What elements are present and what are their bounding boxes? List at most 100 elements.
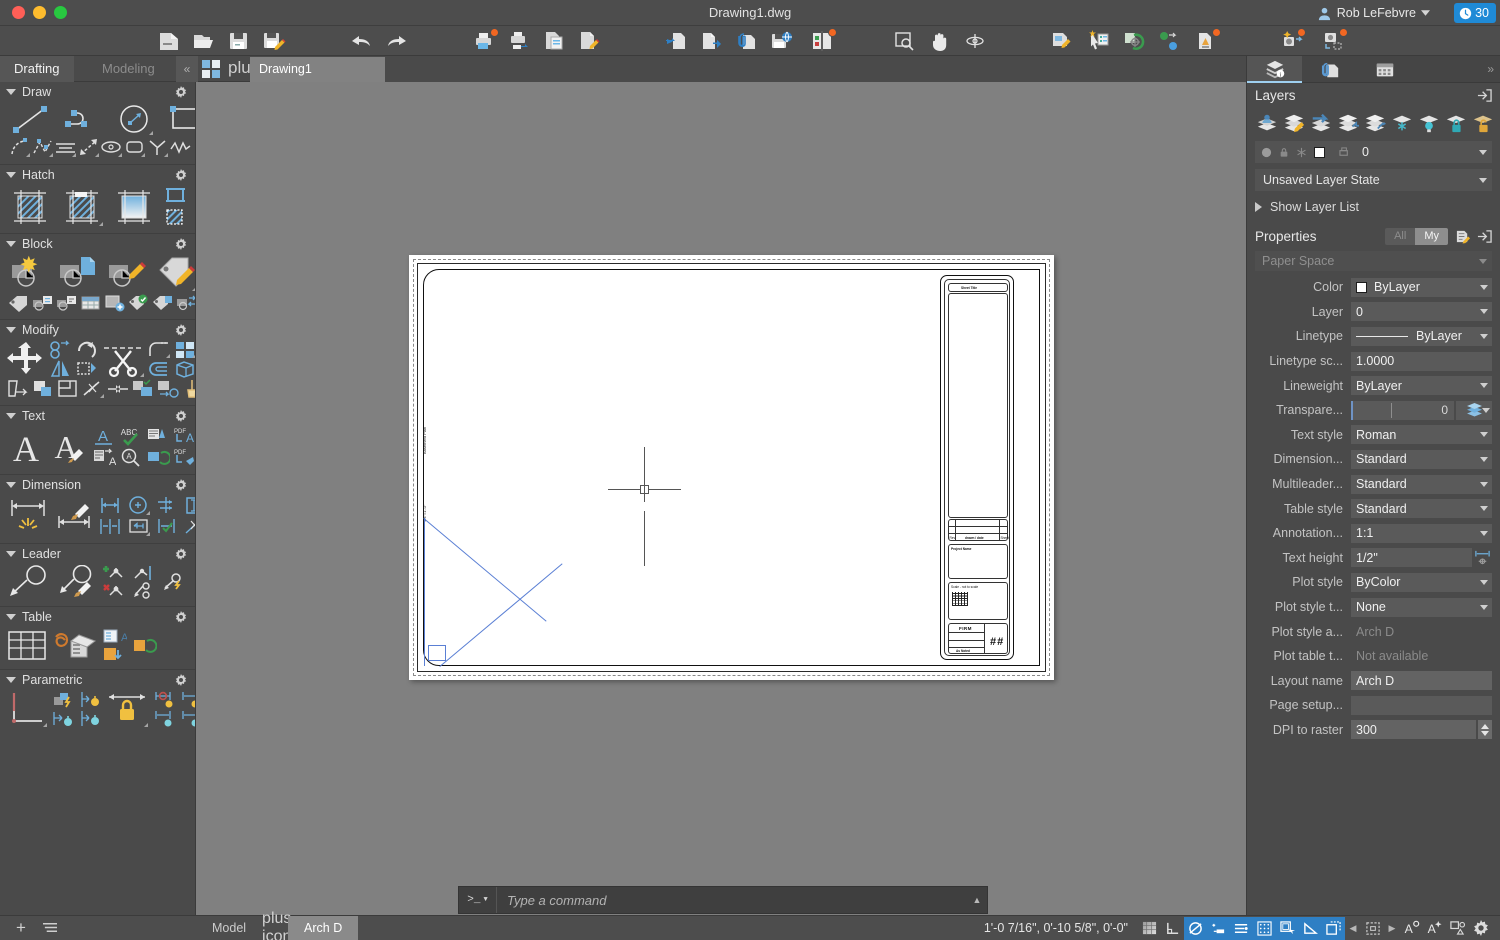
text-update-tool[interactable] bbox=[146, 447, 170, 468]
layers-back-icon[interactable] bbox=[1309, 112, 1333, 134]
grid-snap-toggle[interactable] bbox=[1253, 916, 1276, 940]
leader-add-tool[interactable] bbox=[102, 564, 127, 582]
plot-toggle-icon[interactable] bbox=[1339, 146, 1351, 158]
offset-tool[interactable] bbox=[31, 378, 55, 399]
property-value-annotation-scale[interactable]: 1:1 bbox=[1351, 523, 1492, 543]
scale-tool[interactable] bbox=[75, 359, 99, 378]
property-value-plot-style[interactable]: ByColor bbox=[1351, 572, 1492, 592]
attribute-tool[interactable] bbox=[7, 292, 30, 313]
multileader-style-tool[interactable] bbox=[54, 565, 98, 599]
new-layout-button[interactable]: plus-icon bbox=[262, 910, 297, 940]
user-account-menu[interactable]: Rob LeFebvre bbox=[1311, 3, 1436, 23]
property-value-layer[interactable]: 0 bbox=[1351, 302, 1492, 322]
property-value-lineweight[interactable]: ByLayer bbox=[1351, 376, 1492, 396]
polar-tracking-toggle[interactable] bbox=[1184, 916, 1207, 940]
otrack-toggle[interactable] bbox=[1276, 916, 1299, 940]
tool-palette-sidebar[interactable]: Draw Hatch Block Modify Text A A A A ABC… bbox=[0, 82, 196, 915]
palette-group-header[interactable]: Parametric bbox=[0, 670, 195, 690]
references-tab[interactable] bbox=[1302, 56, 1357, 83]
spline-tool[interactable] bbox=[31, 136, 54, 158]
blocks-palette-icon[interactable] bbox=[1194, 28, 1221, 53]
stretch-tool[interactable] bbox=[6, 378, 30, 399]
palette-group-header[interactable]: Leader bbox=[0, 544, 195, 564]
linear-dimension-tool[interactable] bbox=[98, 495, 123, 516]
chevron-down-icon[interactable] bbox=[1480, 579, 1488, 585]
new-drawing-tab-button[interactable]: plus-icon bbox=[228, 56, 265, 101]
document-tab-drawing1[interactable]: Drawing1 bbox=[250, 57, 385, 82]
rectangle-tool[interactable] bbox=[166, 102, 195, 136]
properties-filter-segment[interactable]: All My bbox=[1385, 227, 1448, 245]
dimension-tool[interactable] bbox=[6, 496, 50, 536]
palette-group-header[interactable]: Table bbox=[0, 607, 195, 627]
boundary-tool[interactable] bbox=[164, 185, 187, 205]
lengthen-tool[interactable] bbox=[106, 378, 130, 399]
text-wrap-tool[interactable]: A bbox=[92, 447, 116, 468]
plot-icon[interactable] bbox=[472, 28, 499, 53]
trim-tool[interactable] bbox=[101, 340, 145, 378]
block-table-tool[interactable] bbox=[79, 292, 102, 313]
undock-panel-icon[interactable] bbox=[1477, 229, 1492, 244]
publish-icon[interactable] bbox=[507, 29, 533, 53]
point-cloud-icon[interactable] bbox=[1156, 29, 1182, 53]
pdf-text-import-tool[interactable]: PDF A bbox=[173, 426, 195, 447]
property-value-layout-name[interactable]: Arch D bbox=[1351, 671, 1492, 691]
stepper-up-icon[interactable] bbox=[1481, 723, 1489, 729]
radius-dimension-tool[interactable] bbox=[126, 495, 151, 516]
bulb-icon[interactable] bbox=[1261, 147, 1272, 158]
attribute-manage-tool[interactable] bbox=[151, 292, 174, 313]
command-prompt-icon[interactable]: >_ ▼ bbox=[459, 887, 497, 913]
gear-icon[interactable] bbox=[175, 479, 187, 491]
continue-dimension-tool[interactable] bbox=[98, 516, 123, 537]
dim-space-tool[interactable] bbox=[126, 516, 151, 537]
open-folder-icon[interactable] bbox=[191, 29, 217, 53]
save-web-icon[interactable] bbox=[769, 29, 795, 53]
text-style-tool[interactable]: A bbox=[49, 427, 89, 467]
palette-group-header[interactable]: Modify bbox=[0, 320, 195, 340]
polygon-tool[interactable] bbox=[123, 136, 146, 158]
attach-icon[interactable] bbox=[734, 29, 760, 53]
show-layer-list-toggle[interactable]: Show Layer List bbox=[1255, 197, 1492, 217]
single-text-tool[interactable]: A bbox=[92, 426, 116, 447]
layer-state-select[interactable]: Unsaved Layer State bbox=[1255, 169, 1492, 191]
chevron-down-icon[interactable] bbox=[1480, 481, 1488, 487]
gear-icon[interactable] bbox=[175, 674, 187, 686]
define-attribute-tool[interactable] bbox=[155, 254, 195, 292]
annotation-scale-tool[interactable]: A bbox=[1400, 917, 1423, 940]
layers-properties-tab[interactable]: i bbox=[1247, 56, 1302, 83]
rotate-tool[interactable] bbox=[75, 340, 99, 359]
multiline-text-tool[interactable]: A bbox=[6, 427, 46, 467]
stepper-down-icon[interactable] bbox=[1481, 730, 1489, 736]
chevron-down-icon[interactable] bbox=[1479, 150, 1487, 155]
new-file-icon[interactable] bbox=[156, 29, 182, 53]
export-icon[interactable] bbox=[699, 29, 725, 53]
edit-block-tool[interactable] bbox=[106, 254, 148, 292]
arc-tool[interactable] bbox=[8, 136, 31, 158]
chevron-down-icon[interactable] bbox=[1480, 333, 1488, 339]
table-link-tool[interactable] bbox=[53, 627, 97, 663]
copy-tool[interactable] bbox=[48, 340, 73, 359]
dim-break-tool[interactable] bbox=[182, 516, 195, 537]
dim-inspect-tool[interactable] bbox=[182, 495, 195, 516]
layer-freeze-icon[interactable] bbox=[1390, 112, 1414, 134]
plot-preview-icon[interactable] bbox=[577, 29, 603, 53]
block-attribute-tool[interactable] bbox=[31, 292, 54, 313]
add-tool-button[interactable]: + bbox=[16, 918, 26, 938]
property-value-text-height[interactable]: 1/2" bbox=[1351, 548, 1472, 568]
import-icon[interactable] bbox=[664, 29, 690, 53]
ortho-mode-toggle[interactable] bbox=[1161, 917, 1184, 940]
property-value-text-style[interactable]: Roman bbox=[1351, 425, 1492, 445]
gear-icon[interactable] bbox=[175, 324, 187, 336]
array-tool[interactable] bbox=[173, 340, 195, 359]
leader-quick-tool[interactable] bbox=[160, 573, 185, 591]
revcloud-tool[interactable] bbox=[169, 136, 192, 158]
move-tool[interactable] bbox=[6, 340, 46, 378]
chevron-up-icon[interactable]: ▲ bbox=[967, 895, 987, 905]
layer-unlock-icon[interactable] bbox=[1471, 112, 1495, 134]
hatch-setting-tool[interactable] bbox=[164, 207, 187, 227]
chevron-down-icon[interactable] bbox=[1480, 530, 1488, 536]
aligned-constraint-tool[interactable] bbox=[179, 709, 195, 728]
layers-merge-icon[interactable] bbox=[1336, 112, 1360, 134]
chevron-down-icon[interactable] bbox=[1480, 383, 1488, 389]
chevron-down-icon[interactable] bbox=[1480, 284, 1488, 290]
chevron-down-icon[interactable] bbox=[1482, 407, 1490, 413]
